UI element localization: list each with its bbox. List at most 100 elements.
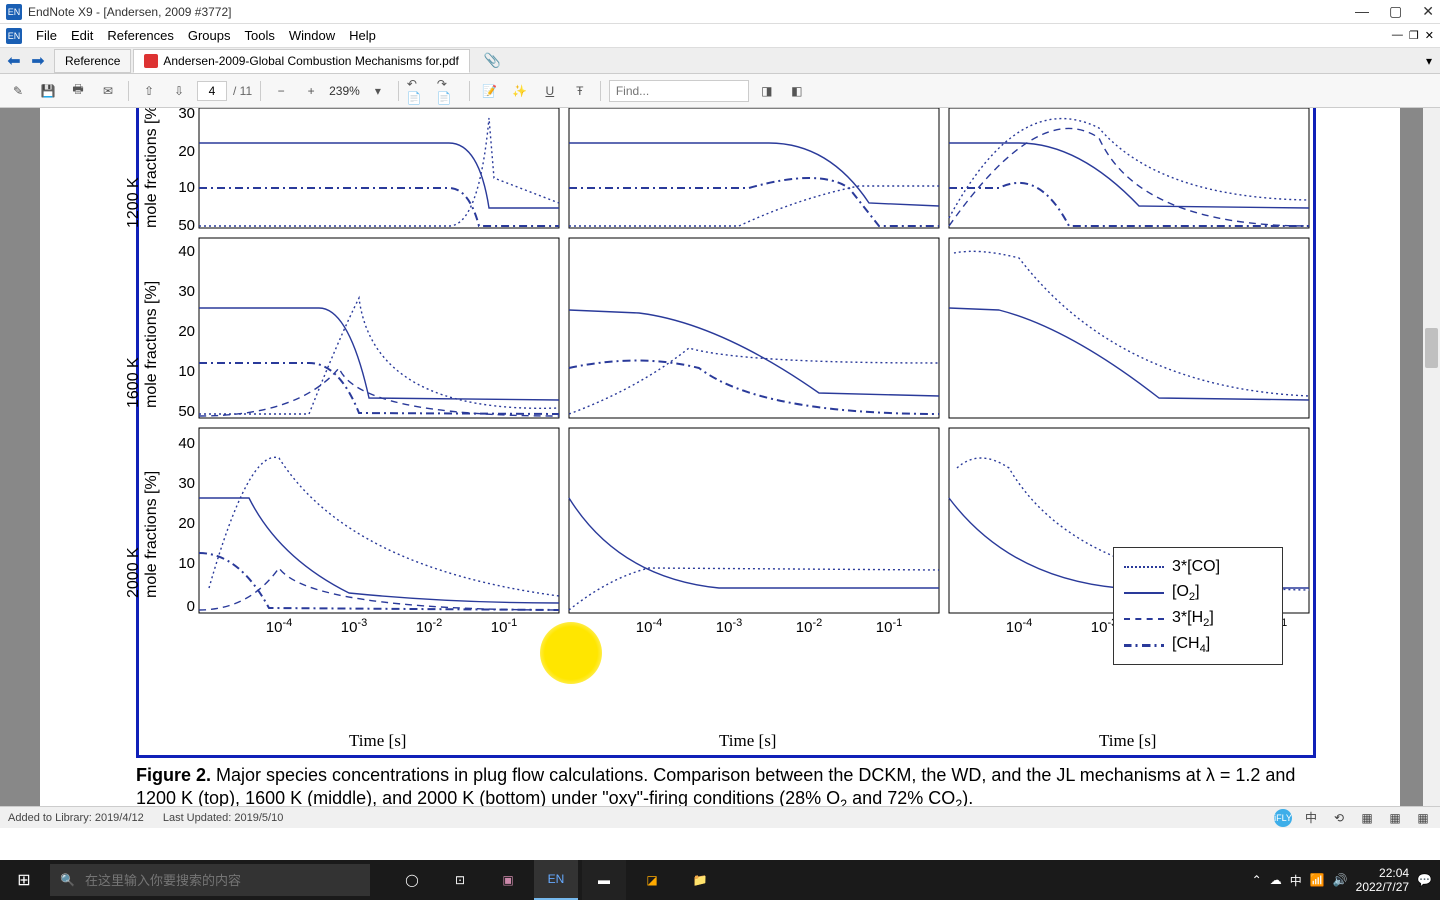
menu-window[interactable]: Window bbox=[289, 28, 335, 43]
status-added: Added to Library: 2019/4/12 bbox=[8, 812, 144, 824]
scrollbar-thumb[interactable] bbox=[1425, 328, 1438, 368]
svg-text:10-4: 10-4 bbox=[266, 617, 292, 636]
tab-pdf-label: Andersen-2009-Global Combustion Mechanis… bbox=[163, 54, 459, 68]
svg-text:30: 30 bbox=[178, 283, 195, 300]
panel-left-button[interactable]: ◨ bbox=[755, 79, 779, 103]
next-page-button[interactable]: ⇩ bbox=[167, 79, 191, 103]
tray-up-icon[interactable]: ⌃ bbox=[1252, 873, 1262, 887]
rotate-cw-button[interactable]: ↷📄 bbox=[437, 79, 461, 103]
app-1[interactable]: ▣ bbox=[486, 860, 530, 900]
rotate-ccw-button[interactable]: ↶📄 bbox=[407, 79, 431, 103]
task-view-button[interactable]: ◯ bbox=[390, 860, 434, 900]
svg-text:10-1: 10-1 bbox=[876, 617, 902, 636]
strikethrough-button[interactable]: Ŧ bbox=[568, 79, 592, 103]
mdi-minimize[interactable]: — bbox=[1392, 29, 1403, 42]
mail-button[interactable]: ✉ bbox=[96, 79, 120, 103]
taskbar-search-input[interactable] bbox=[85, 873, 360, 888]
menu-help[interactable]: Help bbox=[349, 28, 376, 43]
menu-file[interactable]: File bbox=[36, 28, 57, 43]
tab-pdf[interactable]: Andersen-2009-Global Combustion Mechanis… bbox=[133, 49, 470, 73]
back-button[interactable]: ⬅ bbox=[4, 51, 24, 71]
search-icon: 🔍 bbox=[60, 873, 75, 887]
tab-overflow[interactable]: ▾ bbox=[1426, 54, 1440, 68]
svg-text:50: 50 bbox=[178, 217, 195, 234]
app-endnote[interactable]: EN bbox=[534, 860, 578, 900]
status-updated: Last Updated: 2019/5/10 bbox=[163, 812, 283, 824]
tray-vol-icon[interactable]: 🔊 bbox=[1333, 873, 1348, 887]
mdi-close[interactable]: ✕ bbox=[1425, 29, 1434, 42]
svg-text:30: 30 bbox=[178, 108, 195, 122]
print-button[interactable]: 🖶 bbox=[66, 79, 90, 103]
xlabel-2: Time [s] bbox=[719, 731, 776, 751]
taskbar-search[interactable]: 🔍 bbox=[50, 864, 370, 896]
app-4[interactable]: ◪ bbox=[630, 860, 674, 900]
status-bar: Added to Library: 2019/4/12 Last Updated… bbox=[0, 806, 1440, 828]
status-icon-4[interactable]: ▦ bbox=[1358, 809, 1376, 827]
mdi-controls: — ❐ ✕ bbox=[1392, 29, 1434, 42]
svg-text:10: 10 bbox=[178, 179, 195, 196]
status-icon-1[interactable]: iFLY bbox=[1274, 809, 1292, 827]
svg-text:40: 40 bbox=[178, 435, 195, 452]
svg-text:50: 50 bbox=[178, 403, 195, 420]
close-button[interactable]: ✕ bbox=[1422, 3, 1434, 20]
status-icon-2[interactable]: 中 bbox=[1302, 809, 1320, 827]
panel-right-button[interactable]: ◧ bbox=[785, 79, 809, 103]
svg-text:10: 10 bbox=[178, 363, 195, 380]
pdf-viewport[interactable]: 1200 Kmole fractions [%] 1600 Kmole frac… bbox=[0, 108, 1440, 806]
mdi-restore[interactable]: ❐ bbox=[1409, 29, 1419, 42]
app-terminal[interactable]: ▬ bbox=[582, 860, 626, 900]
tray-net-icon[interactable]: 📶 bbox=[1310, 873, 1325, 887]
zoom-out-button[interactable]: − bbox=[269, 79, 293, 103]
svg-text:30: 30 bbox=[178, 475, 195, 492]
maximize-button[interactable]: ▢ bbox=[1389, 3, 1402, 20]
svg-text:10-2: 10-2 bbox=[416, 617, 442, 636]
svg-text:10-4: 10-4 bbox=[1006, 617, 1032, 636]
menu-edit[interactable]: Edit bbox=[71, 28, 93, 43]
svg-text:10-1: 10-1 bbox=[491, 617, 517, 636]
app-explorer[interactable]: 📁 bbox=[678, 860, 722, 900]
window-title: EndNote X9 - [Andersen, 2009 #3772] bbox=[28, 5, 1355, 19]
notification-button[interactable]: 💬 bbox=[1417, 873, 1432, 887]
figure-caption: Figure 2. Major species concentrations i… bbox=[136, 764, 1316, 806]
vertical-scrollbar[interactable] bbox=[1423, 108, 1440, 806]
page-input[interactable] bbox=[197, 81, 227, 101]
status-icon-3[interactable]: ⟲ bbox=[1330, 809, 1348, 827]
highlight-button[interactable]: ✨ bbox=[508, 79, 532, 103]
note-button[interactable]: 📝 bbox=[478, 79, 502, 103]
svg-text:20: 20 bbox=[178, 323, 195, 340]
tray-ime[interactable]: 中 bbox=[1290, 872, 1302, 889]
tray-cloud-icon[interactable]: ☁ bbox=[1270, 873, 1282, 887]
status-icon-6[interactable]: ▦ bbox=[1414, 809, 1432, 827]
menu-groups[interactable]: Groups bbox=[188, 28, 231, 43]
menu-references[interactable]: References bbox=[107, 28, 173, 43]
pdf-toolbar: ✎ 💾 🖶 ✉ ⇧ ⇩ / 11 − + 239% ▾ ↶📄 ↷📄 📝 ✨ U … bbox=[0, 74, 1440, 108]
status-icon-5[interactable]: ▦ bbox=[1386, 809, 1404, 827]
taskbar: ⊞ 🔍 ◯ ⊡ ▣ EN ▬ ◪ 📁 ⌃ ☁ 中 📶 🔊 22:04 2022/… bbox=[0, 860, 1440, 900]
cortana-button[interactable]: ⊡ bbox=[438, 860, 482, 900]
edit-annot-button[interactable]: ✎ bbox=[6, 79, 30, 103]
underline-button[interactable]: U bbox=[538, 79, 562, 103]
svg-text:10-4: 10-4 bbox=[636, 617, 662, 636]
svg-text:0: 0 bbox=[187, 598, 195, 615]
save-button[interactable]: 💾 bbox=[36, 79, 60, 103]
taskbar-clock[interactable]: 22:04 2022/7/27 bbox=[1356, 866, 1409, 895]
zoom-value: 239% bbox=[329, 84, 360, 98]
prev-page-button[interactable]: ⇧ bbox=[137, 79, 161, 103]
attachment-button[interactable]: 📎 bbox=[476, 48, 509, 73]
title-bar: EN EndNote X9 - [Andersen, 2009 #3772] —… bbox=[0, 0, 1440, 24]
chart-legend: 3*[CO] [O2] 3*[H2] [CH4] bbox=[1113, 547, 1283, 665]
find-input[interactable] bbox=[609, 80, 749, 102]
menu-tools[interactable]: Tools bbox=[244, 28, 274, 43]
zoom-dropdown[interactable]: ▾ bbox=[366, 79, 390, 103]
taskbar-apps: ◯ ⊡ ▣ EN ▬ ◪ 📁 bbox=[390, 860, 722, 900]
nav-arrows: ⬅ ➡ bbox=[0, 51, 52, 71]
svg-text:10-3: 10-3 bbox=[341, 617, 367, 636]
zoom-in-button[interactable]: + bbox=[299, 79, 323, 103]
windows-icon: ⊞ bbox=[17, 870, 30, 890]
start-button[interactable]: ⊞ bbox=[0, 860, 48, 900]
tab-reference[interactable]: Reference bbox=[54, 49, 131, 73]
xlabel-3: Time [s] bbox=[1099, 731, 1156, 751]
minimize-button[interactable]: — bbox=[1355, 3, 1369, 20]
app-icon: EN bbox=[6, 4, 22, 20]
forward-button[interactable]: ➡ bbox=[28, 51, 48, 71]
